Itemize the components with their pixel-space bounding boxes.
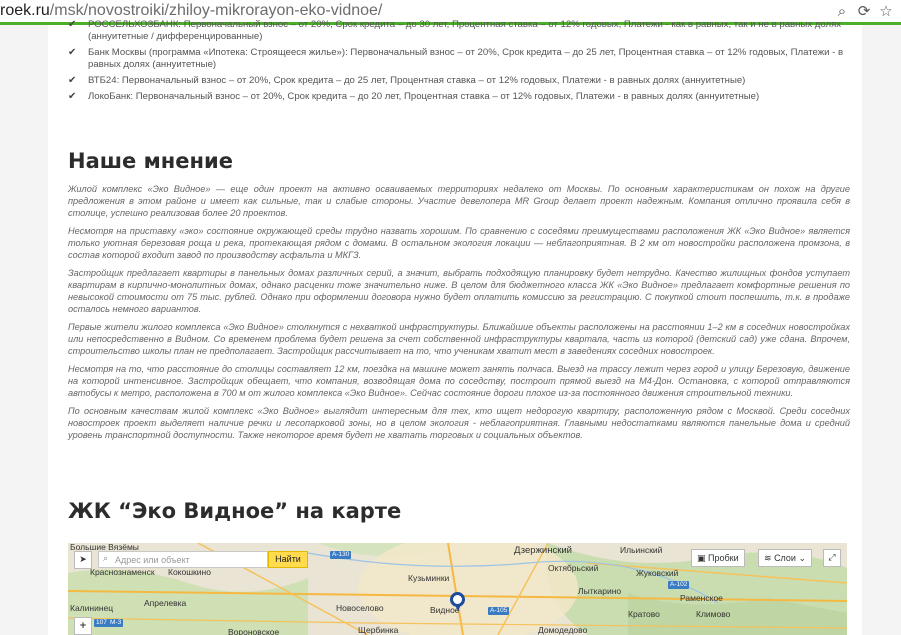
map-label: Дзержинский [514, 545, 572, 556]
check-icon: ✔ [68, 75, 77, 86]
opinion-paragraph: Жилой комплекс «Эко Видное» — еще один п… [68, 184, 850, 218]
mortgage-list: ✔ РОССЕЛЬХОЗБАНК: Первоначальный взнос –… [68, 19, 850, 107]
geolocation-arrow-icon[interactable]: ➤ [74, 551, 92, 569]
opinion-paragraph: Первые жители жилого комплекса «Эко Видн… [68, 322, 850, 356]
list-item: ✔ Банк Москвы (программа «Ипотека: Строя… [68, 47, 844, 70]
road-badge: А-102 [668, 581, 690, 589]
check-icon: ✔ [68, 19, 77, 30]
map-label: Апрелевка [144, 598, 187, 608]
map-label: Домодедово [538, 625, 588, 635]
map-label: Жуковский [636, 568, 679, 578]
map-label: Кратово [628, 609, 660, 619]
list-item: ✔ ВТБ24: Первоначальный взнос – от 20%, … [68, 75, 746, 86]
layers-icon: ≋ [764, 554, 772, 564]
road-badge: А-130 [330, 551, 352, 559]
map-search-input[interactable]: ⌕ Адрес или объект [98, 551, 268, 568]
road-badge: М-3 [108, 619, 124, 627]
road-badge: А-105 [488, 607, 510, 615]
search-icon[interactable]: ⌕ [833, 2, 851, 20]
traffic-icon: ▣ [697, 554, 706, 564]
zoom-in-button[interactable]: + [74, 617, 92, 635]
yandex-map[interactable]: Большие Вязёмы Краснознаменск Кокошкино … [68, 543, 847, 635]
star-icon[interactable]: ☆ [877, 2, 895, 20]
opinion-paragraph: Застройщик предлагает квартиры в панельн… [68, 268, 850, 314]
reload-icon[interactable]: ⟳ [855, 2, 873, 20]
opinion-heading: Наше мнение [68, 149, 233, 173]
opinion-text: Жилой комплекс «Эко Видное» — еще один п… [68, 183, 850, 447]
map-label: Щербинка [358, 625, 399, 635]
map-label: Вороновское [228, 627, 280, 635]
check-icon: ✔ [68, 47, 77, 58]
layers-button[interactable]: ≋ Слои ⌄ [758, 549, 813, 567]
url-text[interactable]: roek.ru/msk/novostroiki/zhiloy-mikrorayo… [0, 2, 382, 20]
map-label: Калининец [70, 603, 114, 613]
road-badge: 107 [94, 619, 109, 627]
map-search-placeholder: Адрес или объект [115, 555, 190, 565]
opinion-paragraph: Несмотря на то, что расстояние до столиц… [68, 364, 850, 398]
url-path: /msk/novostroiki/zhiloy-mikrorayon-eko-v… [49, 2, 383, 19]
opinion-paragraph: Несмотря на приставку «эко» состояние ок… [68, 226, 850, 260]
map-label: Раменское [680, 593, 723, 603]
list-item: ✔ ЛокоБанк: Первоначальный взнос – от 20… [68, 91, 760, 102]
map-label: Октябрьский [548, 563, 599, 573]
map-label: Лыткарино [578, 586, 622, 596]
map-label: Кокошкино [168, 567, 211, 577]
opinion-paragraph: По основным качествам жилой комплекс «Эк… [68, 406, 850, 440]
map-label: Ильинский [620, 545, 663, 555]
search-icon: ⌕ [103, 554, 109, 564]
map-find-button[interactable]: Найти [268, 551, 308, 568]
map-label: Кузьминки [408, 573, 450, 583]
list-item: ✔ РОССЕЛЬХОЗБАНК: Первоначальный взнос –… [68, 19, 842, 42]
map-label: Краснознаменск [90, 567, 155, 577]
location-pin-tail [455, 605, 461, 611]
chevron-down-icon: ⌄ [798, 554, 807, 564]
map-label: Новоселово [336, 603, 384, 613]
traffic-button[interactable]: ▣ Пробки [691, 549, 745, 567]
url-host: roek.ru [0, 2, 50, 19]
map-label: Климово [696, 609, 731, 619]
map-heading: ЖК “Эко Видное” на карте [68, 499, 402, 523]
check-icon: ✔ [68, 91, 77, 102]
page-content: ✔ РОССЕЛЬХОЗБАНК: Первоначальный взнос –… [48, 19, 862, 635]
fullscreen-icon[interactable]: ⤢ [823, 549, 841, 567]
